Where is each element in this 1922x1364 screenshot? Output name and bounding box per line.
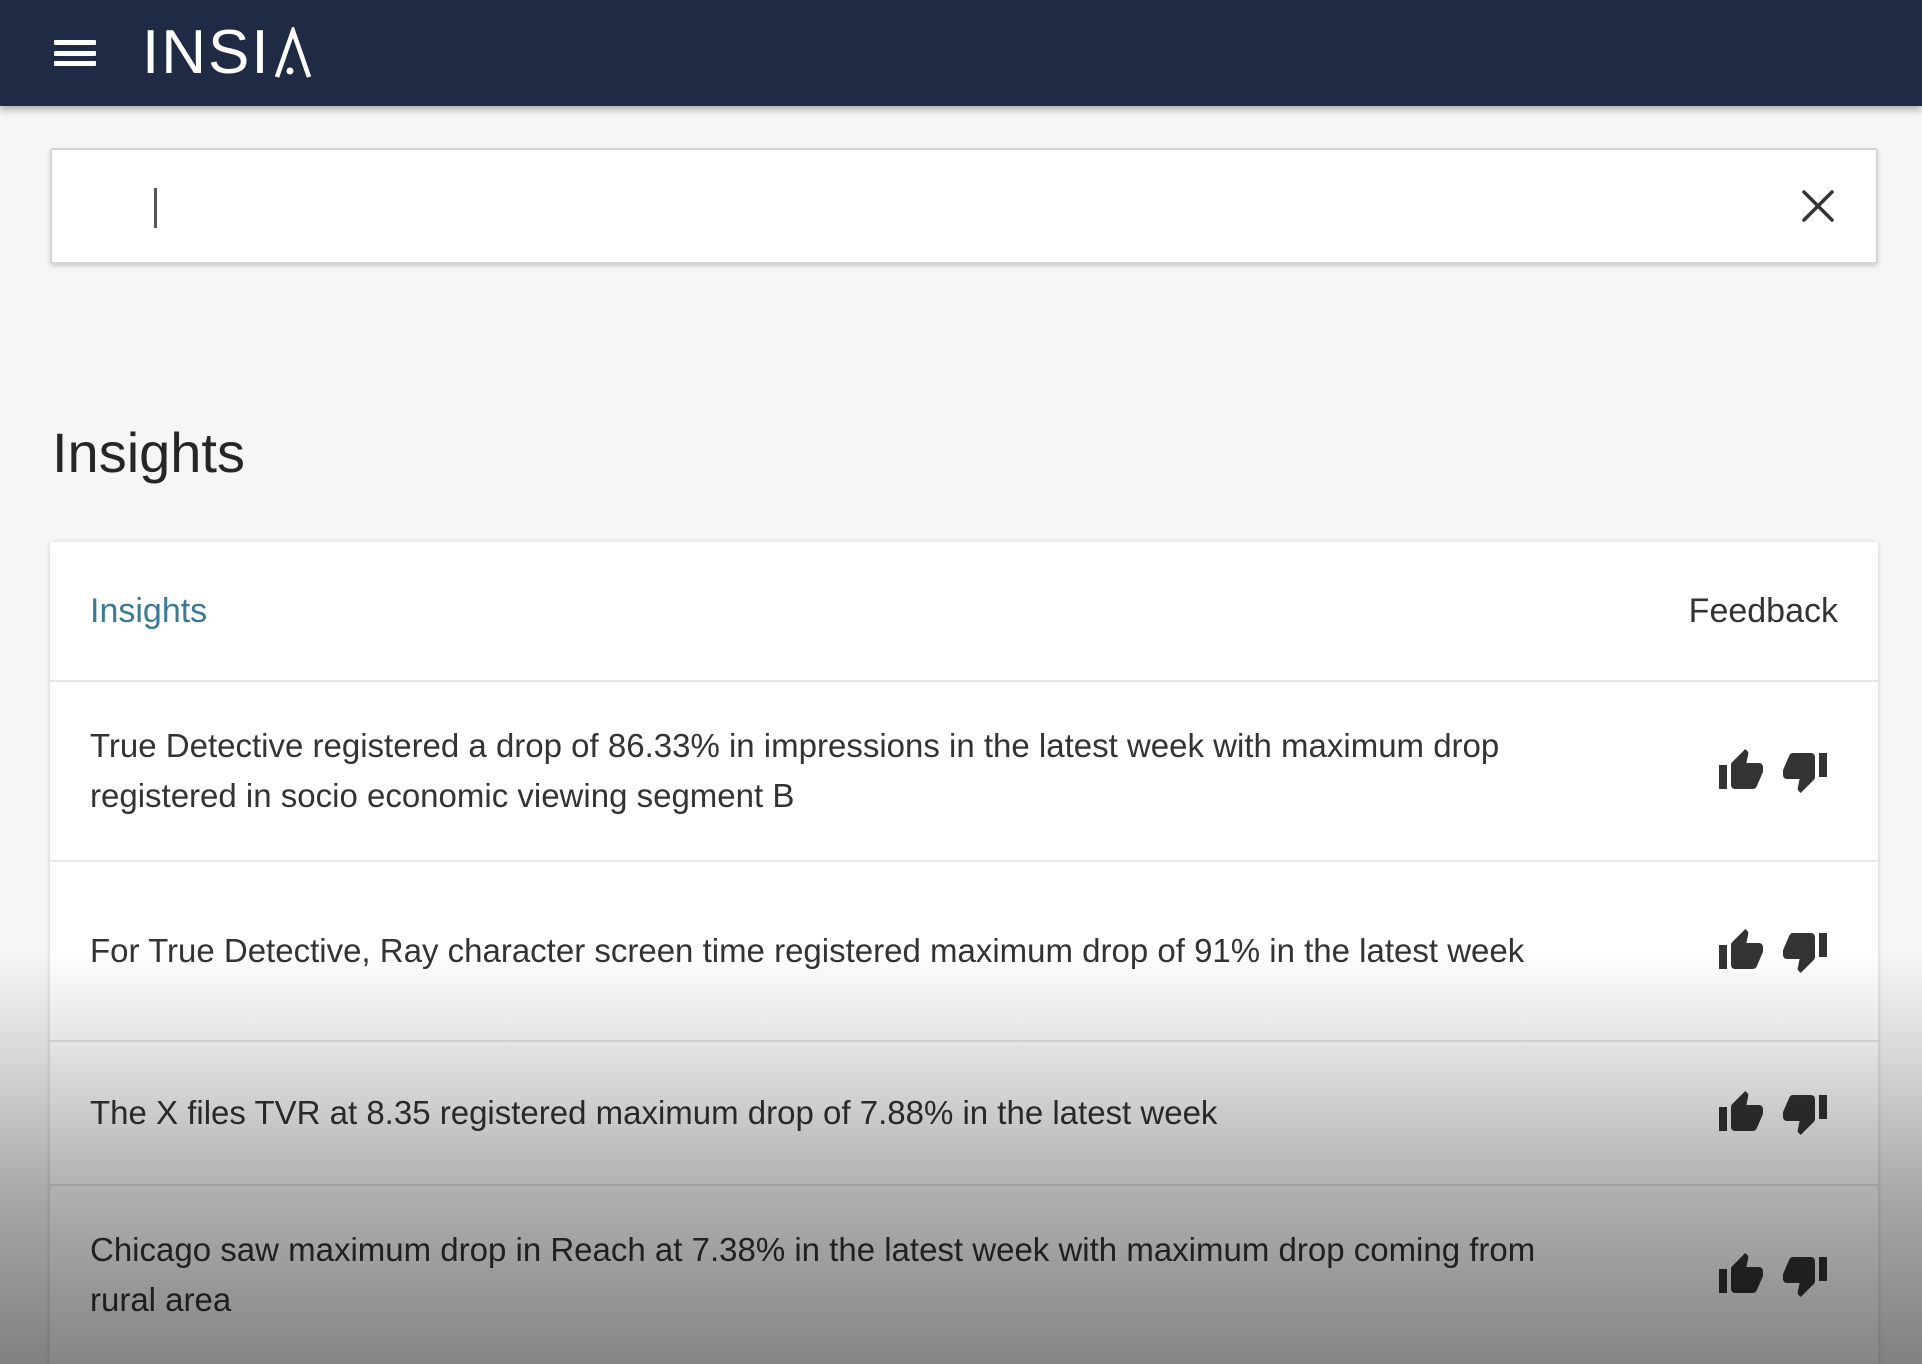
thumbs-up-icon[interactable] xyxy=(1716,926,1766,976)
thumbs-down-icon[interactable] xyxy=(1780,926,1830,976)
table-row: Chicago saw maximum drop in Reach at 7.3… xyxy=(50,1186,1878,1364)
page-title: Insights xyxy=(52,421,245,484)
feedback-controls xyxy=(1716,1088,1830,1138)
table-row: For True Detective, Ray character screen… xyxy=(50,862,1878,1042)
column-header-feedback: Feedback xyxy=(1688,591,1838,630)
insight-text: True Detective registered a drop of 86.3… xyxy=(90,727,1500,814)
thumbs-up-icon[interactable] xyxy=(1716,746,1766,796)
insights-table: Insights Feedback True Detective registe… xyxy=(50,542,1878,1364)
search-box xyxy=(50,148,1878,264)
text-cursor xyxy=(154,188,157,228)
thumbs-down-icon[interactable] xyxy=(1780,1088,1830,1138)
insight-text: The X files TVR at 8.35 registered maxim… xyxy=(90,1094,1218,1131)
table-row: The X files TVR at 8.35 registered maxim… xyxy=(50,1042,1878,1186)
app-logo[interactable]: INSI xyxy=(142,22,313,84)
feedback-controls xyxy=(1716,1250,1830,1300)
table-header: Insights Feedback xyxy=(50,542,1878,682)
logo-text: INSI xyxy=(142,18,271,87)
search-input[interactable] xyxy=(52,150,1788,262)
thumbs-down-icon[interactable] xyxy=(1780,746,1830,796)
thumbs-up-icon[interactable] xyxy=(1716,1250,1766,1300)
table-row: True Detective registered a drop of 86.3… xyxy=(50,682,1878,862)
thumbs-up-icon[interactable] xyxy=(1716,1088,1766,1138)
column-header-insights[interactable]: Insights xyxy=(90,592,207,631)
app-page: INSI Insights Insights Feedback True Det… xyxy=(0,0,1922,1364)
feedback-controls xyxy=(1716,926,1830,976)
top-app-bar: INSI xyxy=(0,0,1922,106)
hamburger-menu-icon[interactable] xyxy=(54,36,96,70)
thumbs-down-icon[interactable] xyxy=(1780,1250,1830,1300)
feedback-controls xyxy=(1716,746,1830,796)
logo-a-mark-icon xyxy=(274,27,311,78)
insight-text: Chicago saw maximum drop in Reach at 7.3… xyxy=(90,1231,1536,1318)
insight-text: For True Detective, Ray character screen… xyxy=(90,932,1525,969)
close-icon[interactable] xyxy=(1788,176,1848,236)
